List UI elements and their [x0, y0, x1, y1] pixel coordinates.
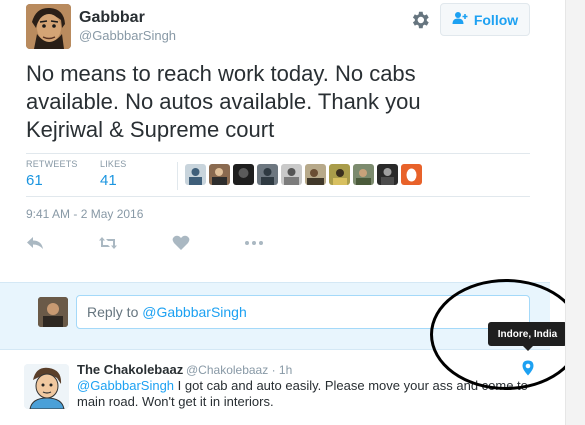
likes-stat[interactable]: LIKES 41	[100, 159, 127, 189]
author-avatar[interactable]	[26, 4, 71, 49]
reply-actions-partial	[77, 417, 277, 425]
likes-count: 41	[100, 172, 117, 189]
reply-placeholder-mention: @GabbbarSingh	[142, 304, 247, 320]
reply-author-name[interactable]: The Chakolebaaz	[77, 362, 183, 377]
reply-tweet: The Chakolebaaz @Chakolebaaz · 1h @Gabbb…	[0, 351, 550, 425]
reply-author-avatar[interactable]	[24, 364, 69, 409]
current-user-avatar	[38, 297, 68, 327]
tooltip-arrow	[523, 346, 533, 351]
scrollbar[interactable]	[565, 0, 585, 425]
location-tooltip: Indore, India	[488, 322, 567, 346]
reply-separator: ·	[271, 363, 276, 377]
author-handle[interactable]: @GabbbarSingh	[79, 28, 176, 43]
tweet-actions	[26, 235, 286, 255]
settings-gear-icon[interactable]	[409, 9, 431, 31]
tweet-text: No means to reach work today. No cabs av…	[26, 61, 421, 142]
author-name[interactable]: Gabbbar	[79, 9, 145, 27]
liker-avatars	[185, 164, 422, 185]
liker-avatar[interactable]	[329, 164, 350, 185]
follow-button-label: Follow	[473, 11, 519, 28]
reply-meta: @Chakolebaaz · 1h	[186, 363, 292, 377]
liker-avatar[interactable]	[305, 164, 326, 185]
reply-input[interactable]: Reply to @GabbbarSingh	[76, 295, 530, 329]
likes-label: LIKES	[100, 159, 127, 169]
liker-avatar[interactable]	[257, 164, 278, 185]
reply-time[interactable]: 1h	[279, 363, 292, 377]
tweet-timestamp[interactable]: 9:41 AM - 2 May 2016	[26, 207, 143, 221]
liker-avatar[interactable]	[209, 164, 230, 185]
reply-text-mention[interactable]: @GabbbarSingh	[77, 378, 174, 393]
follow-person-plus-icon	[452, 11, 468, 28]
liker-avatar[interactable]	[185, 164, 206, 185]
retweet-icon[interactable]	[98, 235, 118, 253]
liker-avatar[interactable]	[233, 164, 254, 185]
location-pin-icon[interactable]	[522, 360, 534, 376]
liker-avatar[interactable]	[401, 164, 422, 185]
stats-divider	[177, 162, 178, 190]
retweets-stat[interactable]: RETWEETS 61	[26, 159, 78, 189]
liker-avatar[interactable]	[377, 164, 398, 185]
retweets-label: RETWEETS	[26, 159, 78, 169]
main-tweet: Gabbbar @GabbbarSingh Follow No means to…	[0, 0, 550, 282]
like-heart-icon[interactable]	[172, 235, 192, 253]
reply-text: @GabbbarSingh I got cab and auto easily.…	[77, 378, 547, 410]
reply-author-handle[interactable]: @Chakolebaaz	[186, 363, 268, 377]
reply-placeholder-prefix: Reply to	[87, 304, 143, 320]
liker-avatar[interactable]	[281, 164, 302, 185]
liker-avatar[interactable]	[353, 164, 374, 185]
more-icon[interactable]	[244, 235, 264, 253]
follow-button[interactable]: Follow	[440, 3, 530, 36]
reply-icon[interactable]	[26, 235, 46, 253]
retweets-count: 61	[26, 172, 43, 189]
reply-composer: Reply to @GabbbarSingh	[0, 282, 550, 350]
